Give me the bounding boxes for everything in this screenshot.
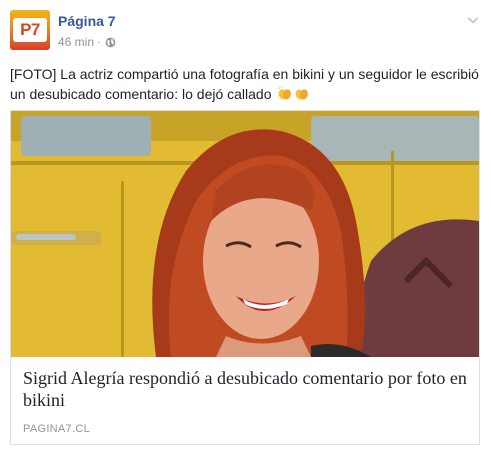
post-timestamp[interactable]: 46 min [58, 35, 94, 49]
link-preview-image[interactable] [11, 111, 479, 357]
avatar-logo-text: P7 [13, 18, 47, 42]
post-meta: 46 min · [58, 35, 116, 49]
link-preview-domain: PAGINA7.CL [23, 423, 90, 435]
page-name-link[interactable]: Página 7 [58, 13, 116, 29]
link-preview-card[interactable]: Sigrid Alegría respondió a desubicado co… [10, 110, 480, 445]
chevron-down-icon[interactable] [465, 12, 481, 28]
link-preview-title[interactable]: Sigrid Alegría respondió a desubicado co… [23, 367, 467, 411]
post-caption: [FOTO] La actriz compartió una fotografí… [10, 64, 480, 104]
globe-icon[interactable] [105, 37, 116, 48]
clapping-hands-icon [278, 86, 292, 100]
post-caption-text: [FOTO] La actriz compartió una fotografí… [10, 66, 479, 102]
meta-separator: · [97, 36, 101, 48]
woman-with-red-hair-smiling-photo [11, 111, 479, 357]
link-preview-text[interactable]: Sigrid Alegría respondió a desubicado co… [11, 357, 479, 444]
post-header: P7 Página 7 46 min · [10, 10, 481, 54]
clapping-hands-icon [295, 89, 309, 100]
page-avatar[interactable]: P7 [10, 10, 50, 50]
